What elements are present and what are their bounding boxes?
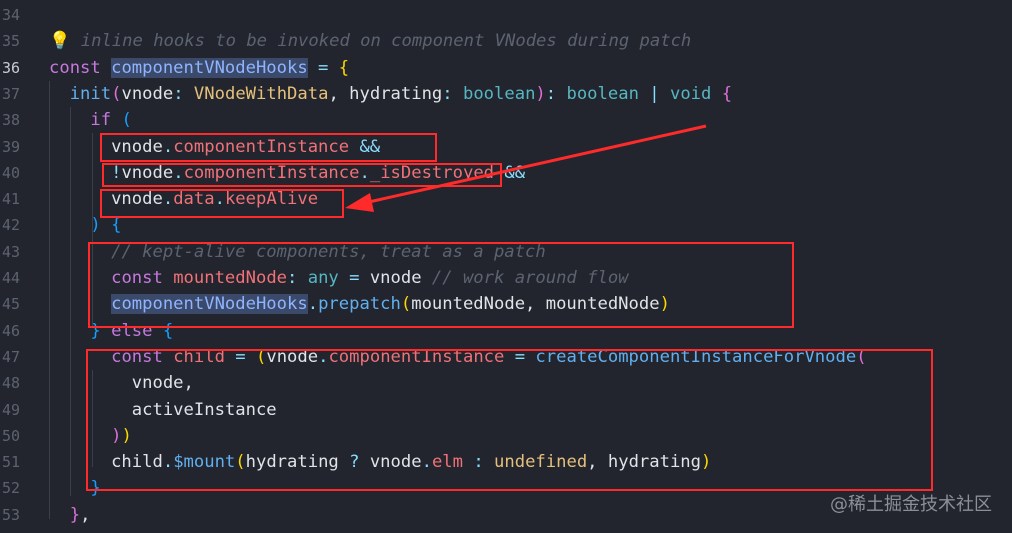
watermark: @稀土掘金技术社区 <box>830 494 992 515</box>
annotation-arrow <box>345 124 707 212</box>
